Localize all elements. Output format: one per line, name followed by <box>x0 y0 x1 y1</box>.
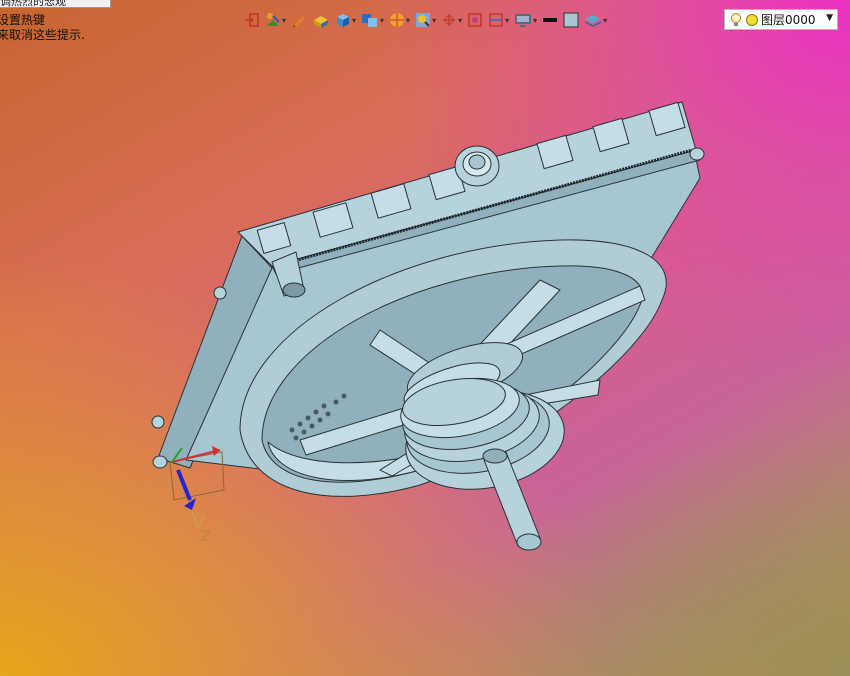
fit-view-button[interactable] <box>467 9 483 31</box>
line-color-icon <box>543 18 558 22</box>
render-sphere-icon <box>390 13 405 27</box>
boolean-icon <box>362 14 378 27</box>
hint-line-1: 设置热键 <box>0 13 46 27</box>
cube-icon <box>337 14 350 27</box>
fit-view-icon <box>468 13 482 27</box>
monitor-icon <box>515 14 532 27</box>
section-icon <box>489 13 503 27</box>
document-tab[interactable]: 调热烈的悲观 <box>0 0 111 8</box>
document-tab-title: 调热烈的悲观 <box>0 0 66 8</box>
line-color-button[interactable] <box>542 9 558 31</box>
zoom-button[interactable]: ▾ <box>415 9 436 31</box>
face-color-icon <box>563 12 579 28</box>
monitor-button[interactable]: ▾ <box>514 9 537 31</box>
layer-name: 图层0000 <box>761 13 816 27</box>
cube-button[interactable]: ▾ <box>335 9 356 31</box>
axis-icon <box>443 14 456 26</box>
zoom-icon <box>416 13 431 27</box>
layer-display-icon <box>584 15 602 27</box>
axis-button[interactable]: ▾ <box>441 9 462 31</box>
layer-display-button[interactable]: ▾ <box>584 9 607 31</box>
sketch-dropdown-icon[interactable]: ▾ <box>282 16 286 25</box>
exit-button[interactable] <box>244 9 260 31</box>
extrude-icon <box>314 16 329 28</box>
pencil-button[interactable] <box>291 9 307 31</box>
zoom-dropdown-icon[interactable]: ▾ <box>432 16 436 25</box>
pencil-icon <box>293 16 306 27</box>
hint-line-2: 来取消这些提示. <box>0 28 85 42</box>
3d-viewport[interactable]: Z <box>0 0 850 676</box>
cube-dropdown-icon[interactable]: ▾ <box>352 16 356 25</box>
sketch-button[interactable]: ▾ <box>265 9 286 31</box>
render-dropdown-icon[interactable]: ▾ <box>406 16 410 25</box>
bulb-icon[interactable] <box>729 12 743 28</box>
axis-dropdown-icon[interactable]: ▾ <box>458 16 462 25</box>
extrude-button[interactable] <box>312 9 330 31</box>
view-toolbar: ▾ ▾ ▾ ▾ ▾ ▾ ▾ ▾ ▾ <box>244 9 612 31</box>
section-dropdown-icon[interactable]: ▾ <box>505 16 509 25</box>
layer-dropdown-icon[interactable]: ▼ <box>826 13 833 23</box>
layer-display-dropdown-icon[interactable]: ▾ <box>603 16 607 25</box>
monitor-dropdown-icon[interactable]: ▾ <box>533 16 537 25</box>
axis-z-label: Z <box>201 529 211 545</box>
boolean-button[interactable]: ▾ <box>361 9 384 31</box>
boolean-dropdown-icon[interactable]: ▾ <box>380 16 384 25</box>
radiator-fan-model[interactable] <box>0 0 850 676</box>
face-color-button[interactable] <box>563 9 579 31</box>
layer-status-icon[interactable] <box>745 13 759 27</box>
sketch-icon <box>267 13 280 26</box>
section-button[interactable]: ▾ <box>488 9 509 31</box>
layer-select[interactable]: 图层0000 ▼ <box>724 9 838 30</box>
exit-icon <box>245 13 259 27</box>
render-sphere-button[interactable]: ▾ <box>389 9 410 31</box>
